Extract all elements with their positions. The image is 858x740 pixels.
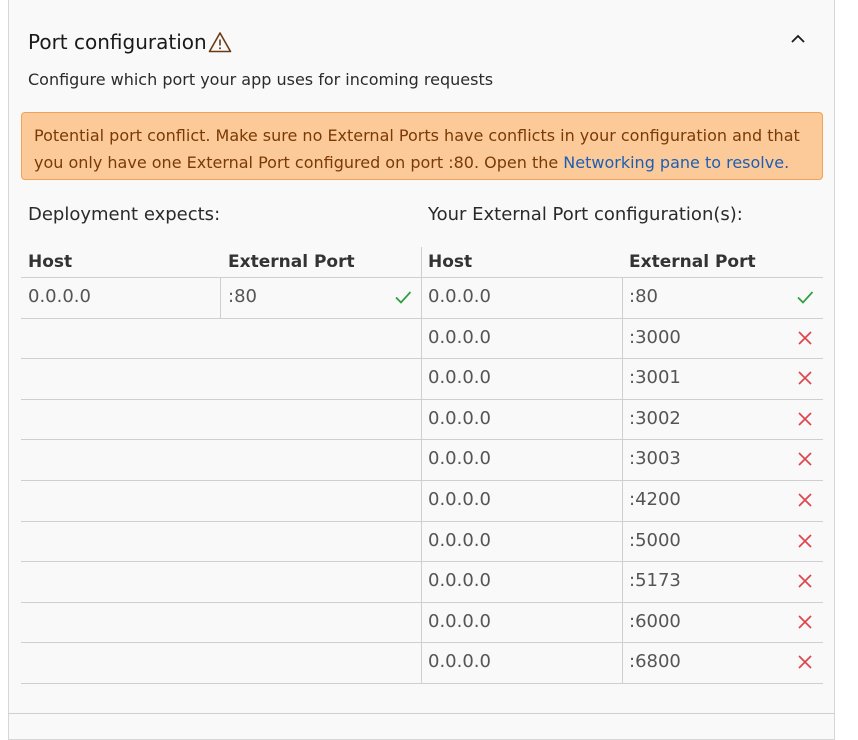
deployment-expects-label: Deployment expects: — [28, 204, 221, 225]
external-status-close-icon — [798, 534, 812, 548]
table-column-divider — [622, 277, 623, 683]
external-host-cell: 0.0.0.0 — [428, 611, 491, 632]
deployment-port-cell: :80 — [228, 286, 257, 307]
external-host-cell: 0.0.0.0 — [428, 448, 491, 469]
external-port-cell: :5173 — [629, 570, 681, 591]
row-divider — [21, 399, 823, 400]
external-port-cell: :3000 — [629, 327, 681, 348]
external-port-cell: :3002 — [629, 408, 681, 429]
external-host-cell: 0.0.0.0 — [428, 651, 491, 672]
external-status-close-icon — [798, 615, 812, 629]
row-divider — [21, 521, 823, 522]
deployment-host-header: Host — [28, 252, 73, 272]
row-divider — [21, 683, 823, 684]
port-conflict-warning-banner: Potential port conflict. Make sure no Ex… — [21, 112, 823, 180]
row-divider — [21, 480, 823, 481]
networking-pane-link[interactable]: Networking pane to resolve. — [563, 153, 789, 172]
external-host-cell: 0.0.0.0 — [428, 327, 491, 348]
row-divider — [21, 318, 823, 319]
section-description: Configure which port your app uses for i… — [28, 70, 494, 89]
external-host-cell: 0.0.0.0 — [428, 530, 491, 551]
external-port-cell: :5000 — [629, 530, 681, 551]
section-title: Port configuration — [28, 30, 207, 54]
external-status-close-icon — [798, 452, 812, 466]
external-host-cell: 0.0.0.0 — [428, 570, 491, 591]
external-status-close-icon — [798, 574, 812, 588]
external-port-cell: :4200 — [629, 489, 681, 510]
warning-triangle-icon — [208, 32, 232, 53]
external-host-cell: 0.0.0.0 — [428, 367, 491, 388]
external-port-cell: :6000 — [629, 611, 681, 632]
deployment-status-checkmark-icon — [395, 291, 412, 304]
external-port-cell: :80 — [629, 286, 658, 307]
row-divider — [21, 439, 823, 440]
table-header-divider — [21, 277, 823, 278]
deployment-port-header: External Port — [228, 252, 355, 272]
external-status-close-icon — [798, 371, 812, 385]
chevron-up-icon[interactable] — [786, 28, 810, 50]
row-divider — [21, 358, 823, 359]
external-host-cell: 0.0.0.0 — [428, 489, 491, 510]
row-divider — [21, 602, 823, 603]
row-divider — [21, 561, 823, 562]
external-host-cell: 0.0.0.0 — [428, 408, 491, 429]
external-status-checkmark-icon — [797, 291, 814, 304]
external-status-close-icon — [798, 412, 812, 426]
table-column-divider — [421, 247, 422, 683]
external-host-cell: 0.0.0.0 — [428, 286, 491, 307]
external-status-close-icon — [798, 655, 812, 669]
external-status-close-icon — [798, 331, 812, 345]
row-divider — [21, 642, 823, 643]
external-port-cell: :3003 — [629, 448, 681, 469]
external-status-close-icon — [798, 493, 812, 507]
deployment-host-cell: 0.0.0.0 — [28, 286, 91, 307]
divider — [8, 713, 835, 714]
external-host-header: Host — [428, 252, 473, 272]
external-config-label: Your External Port configuration(s): — [428, 204, 743, 225]
external-port-header: External Port — [629, 252, 756, 272]
external-port-cell: :3001 — [629, 367, 681, 388]
table-column-divider — [220, 277, 221, 318]
external-port-cell: :6800 — [629, 651, 681, 672]
